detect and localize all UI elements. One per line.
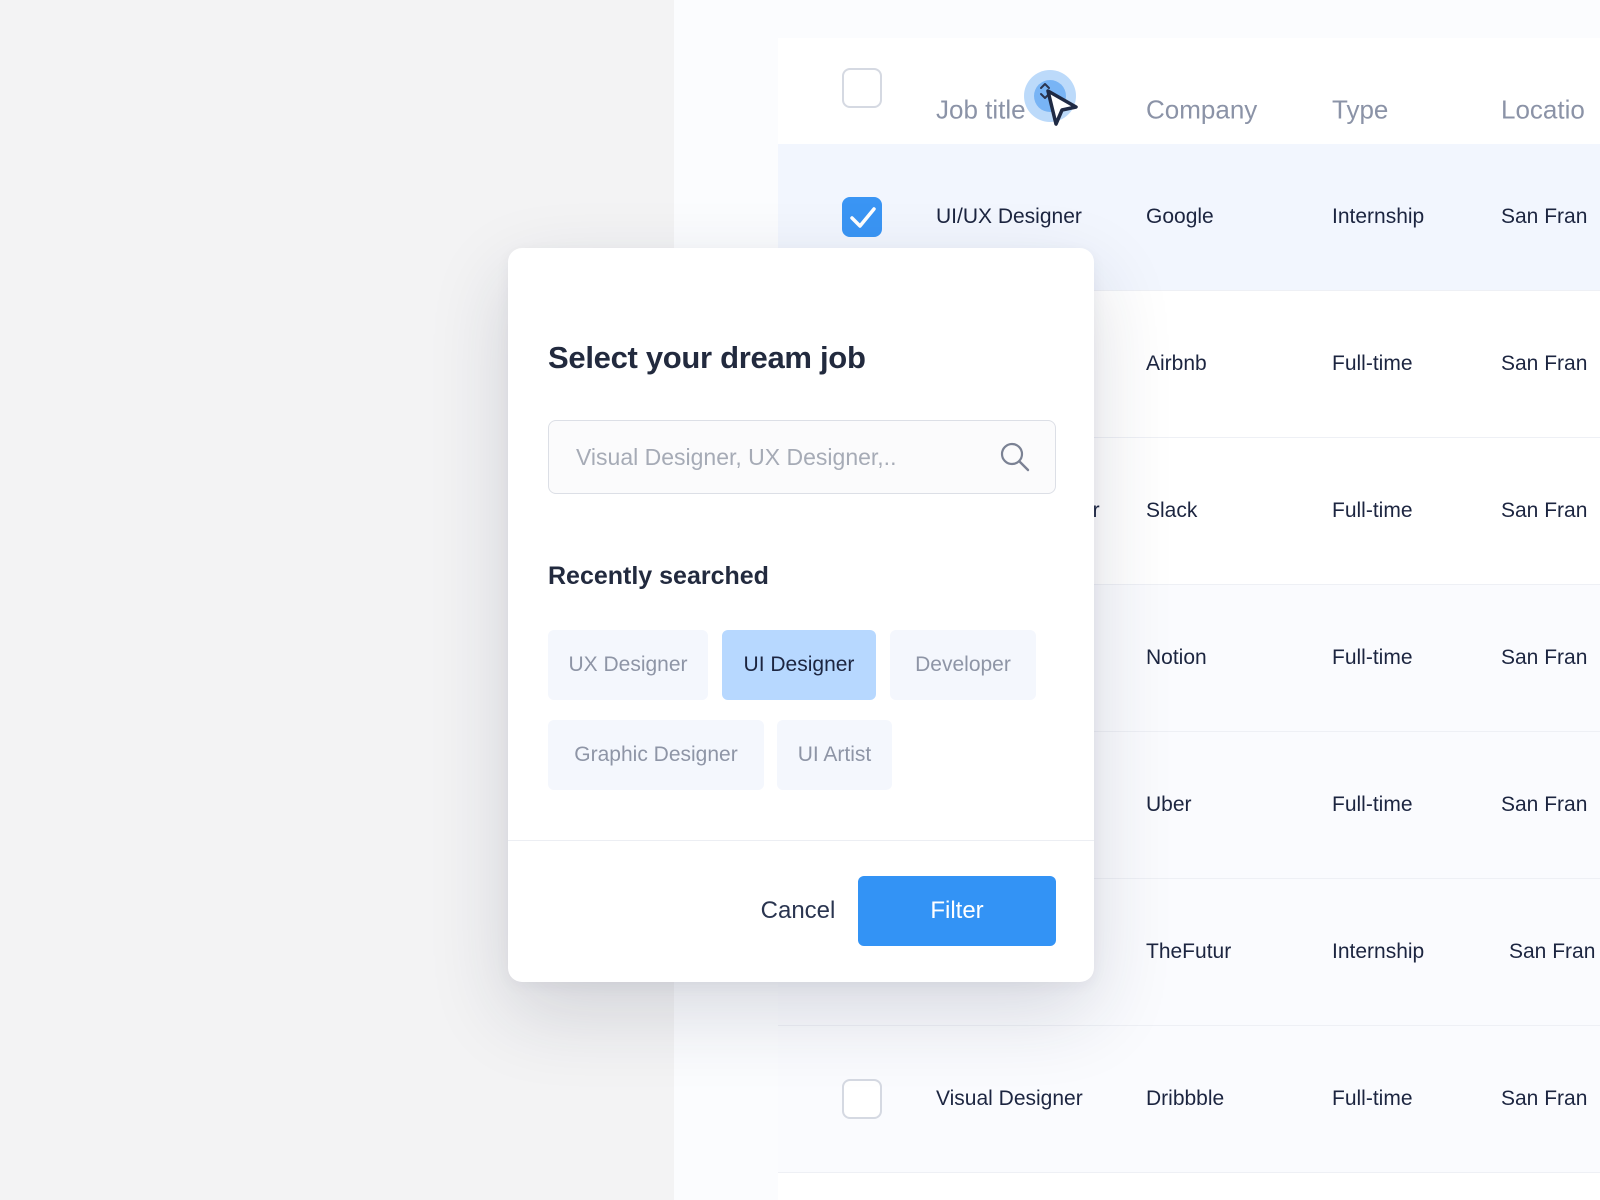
cell-job-title: Visual Designer — [936, 1087, 1083, 1110]
search-icon[interactable] — [999, 441, 1031, 473]
cell-type: Internship — [1332, 205, 1425, 228]
dialog-divider — [508, 840, 1094, 841]
search-field[interactable] — [548, 420, 1056, 494]
chip-ui-designer[interactable]: UI Designer — [722, 630, 876, 700]
header-company[interactable]: Company — [1146, 95, 1257, 126]
check-icon — [850, 207, 876, 228]
cell-location: San Fran — [1501, 205, 1588, 228]
cell-company: Slack — [1146, 499, 1198, 522]
cell-type: Full-time — [1332, 352, 1413, 375]
filter-button[interactable]: Filter — [858, 876, 1056, 946]
chip-graphic-designer[interactable]: Graphic Designer — [548, 720, 764, 790]
cell-type: Full-time — [1332, 1087, 1413, 1110]
select-all-checkbox[interactable] — [842, 68, 882, 108]
cell-company: Airbnb — [1146, 352, 1207, 375]
cell-location: San Fran — [1501, 646, 1588, 669]
header-job-title[interactable]: Job title — [936, 95, 1026, 126]
cell-location: San Fran — [1501, 793, 1588, 816]
cursor-arrow-icon — [1046, 89, 1078, 126]
cell-type: Full-time — [1332, 499, 1413, 522]
header-type[interactable]: Type — [1332, 95, 1388, 126]
cell-type: Internship — [1332, 940, 1425, 963]
cancel-button[interactable]: Cancel — [728, 876, 868, 946]
cell-company: Google — [1146, 205, 1214, 228]
recently-searched-title: Recently searched — [548, 562, 769, 590]
cell-location: San Fran — [1501, 499, 1588, 522]
dialog-title: Select your dream job — [548, 340, 866, 375]
cell-company: TheFutur — [1146, 940, 1232, 963]
row-checkbox[interactable] — [842, 197, 882, 237]
cell-type: Full-time — [1332, 646, 1413, 669]
chip-ux-designer[interactable]: UX Designer — [548, 630, 708, 700]
filter-dialog: Select your dream job Recently searched … — [508, 248, 1094, 982]
search-input[interactable] — [549, 421, 989, 493]
cell-company: Dribbble — [1146, 1087, 1225, 1110]
cell-company: Uber — [1146, 793, 1192, 816]
cell-location: San Fran — [1509, 940, 1596, 963]
row-checkbox[interactable] — [842, 1079, 882, 1119]
cell-location: San Fran — [1501, 1087, 1588, 1110]
cell-location: San Fran — [1501, 352, 1588, 375]
cell-company: Notion — [1146, 646, 1207, 669]
cell-type: Full-time — [1332, 793, 1413, 816]
header-location[interactable]: Locatio — [1501, 95, 1585, 126]
cell-job-title: UI/UX Designer — [936, 205, 1082, 228]
chip-developer[interactable]: Developer — [890, 630, 1036, 700]
table-header: Job title Company Type Locatio — [778, 38, 1600, 144]
table-row[interactable]: Visual Designer Dribbble Full-time San F… — [778, 1026, 1600, 1173]
chip-ui-artist[interactable]: UI Artist — [777, 720, 892, 790]
